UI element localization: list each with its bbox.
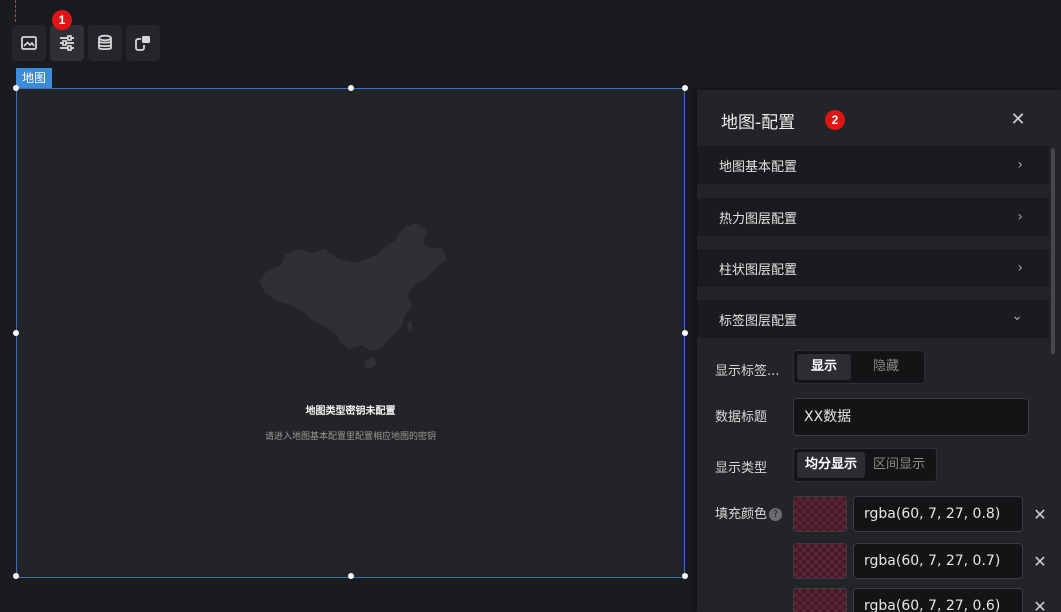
show-option[interactable]: 显示 <box>797 354 852 380</box>
remove-color-icon[interactable]: ✕ <box>1031 552 1049 571</box>
map-canvas[interactable]: 地图类型密钥未配置 请进入地图基本配置里配置相应地图的密钥 <box>13 85 688 579</box>
chevron-right-icon: › <box>1017 157 1023 173</box>
color-value-input[interactable]: rgba(60, 7, 27, 0.6) <box>853 588 1023 612</box>
section-basic-config[interactable]: 地图基本配置 › <box>697 146 1049 184</box>
show-label-toggle: 显示 隐藏 <box>793 350 926 384</box>
image-icon <box>21 36 37 50</box>
resize-handle-tr[interactable] <box>682 85 688 91</box>
section-label: 标签图层配置 <box>719 313 798 329</box>
style-config-button[interactable] <box>50 25 84 61</box>
section-label: 柱状图层配置 <box>719 262 798 278</box>
show-label-label: 显示标签... <box>715 364 780 379</box>
data-source-button[interactable] <box>88 25 122 61</box>
help-icon[interactable]: ? <box>769 508 783 521</box>
section-bar-layer[interactable]: 柱状图层配置 › <box>697 249 1049 287</box>
resize-handle-br[interactable] <box>682 573 688 579</box>
even-display-option[interactable]: 均分显示 <box>797 452 866 478</box>
section-label: 热力图层配置 <box>719 211 798 227</box>
section-label-layer[interactable]: 标签图层配置 ⌄ <box>697 300 1049 338</box>
panel-scrollbar[interactable] <box>1051 148 1055 354</box>
chevron-right-icon: › <box>1017 260 1023 276</box>
chevron-right-icon: › <box>1017 209 1023 225</box>
color-swatch[interactable] <box>793 496 847 532</box>
data-title-input[interactable]: XX数据 <box>793 398 1029 436</box>
chevron-down-icon: ⌄ <box>1011 308 1023 324</box>
guide-line <box>15 0 16 22</box>
range-display-option[interactable]: 区间显示 <box>865 452 933 478</box>
resize-handle-tl[interactable] <box>13 85 19 91</box>
toolbar <box>12 25 160 61</box>
color-value-input[interactable]: rgba(60, 7, 27, 0.7) <box>853 543 1023 579</box>
map-empty-hint: 请进入地图基本配置里配置相应地图的密钥 <box>264 432 436 442</box>
color-swatch[interactable] <box>793 588 847 612</box>
remove-color-icon[interactable]: ✕ <box>1031 505 1049 524</box>
image-tool-button[interactable] <box>12 25 46 61</box>
map-empty-title: 地图类型密钥未配置 <box>305 406 396 417</box>
resize-handle-t[interactable] <box>348 85 354 91</box>
display-type-toggle: 均分显示 区间显示 <box>793 448 938 482</box>
close-icon[interactable]: ✕ <box>1007 108 1029 130</box>
china-map-icon <box>259 223 447 369</box>
panel-title: 地图-配置 <box>721 113 796 133</box>
section-heat-layer[interactable]: 热力图层配置 › <box>697 198 1049 236</box>
interaction-icon <box>135 36 150 51</box>
data-title-label: 数据标题 <box>715 410 768 425</box>
display-type-label: 显示类型 <box>715 461 768 476</box>
map-component-tag[interactable]: 地图 <box>16 68 53 88</box>
interaction-button[interactable] <box>126 25 160 61</box>
hide-option[interactable]: 隐藏 <box>851 354 921 380</box>
fill-color-text: 填充颜色 <box>715 507 768 522</box>
color-value-input[interactable]: rgba(60, 7, 27, 0.8) <box>853 496 1023 532</box>
resize-handle-l[interactable] <box>13 330 19 336</box>
resize-handle-bl[interactable] <box>13 573 19 579</box>
color-swatch[interactable] <box>793 543 847 579</box>
step-marker-1: 1 <box>52 10 72 30</box>
sliders-icon <box>60 35 74 51</box>
resize-handle-b[interactable] <box>348 573 354 579</box>
remove-color-icon[interactable]: ✕ <box>1031 597 1049 612</box>
section-label: 地图基本配置 <box>719 159 798 175</box>
fill-color-label: 填充颜色? <box>715 503 783 522</box>
config-panel: 地图-配置 2 ✕ 地图基本配置 › 热力图层配置 › 柱状图层配置 › 标签图… <box>697 90 1061 612</box>
database-icon <box>98 34 112 51</box>
panel-header: 地图-配置 2 ✕ <box>697 90 1061 146</box>
resize-handle-r[interactable] <box>682 330 688 336</box>
step-marker-2: 2 <box>825 110 845 130</box>
